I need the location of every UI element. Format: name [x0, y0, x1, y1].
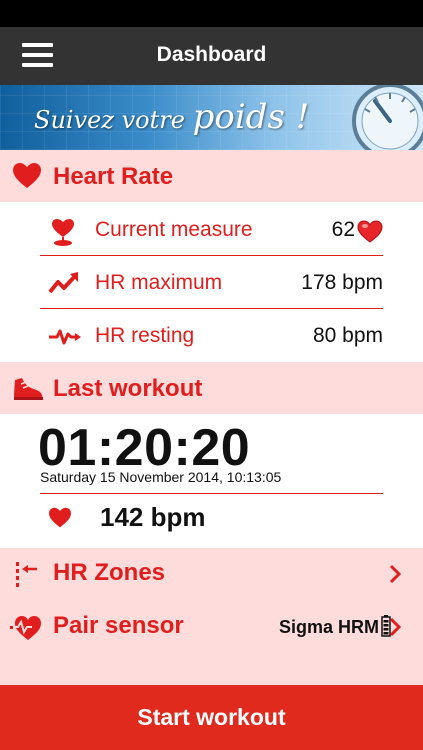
start-workout-button[interactable]: Start workout	[0, 685, 423, 750]
hr-maximum-label: HR maximum	[95, 271, 223, 294]
pair-sensor-label: Pair sensor	[53, 612, 184, 639]
current-measure-label: Current measure	[95, 218, 253, 241]
heart-rate-title: Heart Rate	[53, 163, 174, 190]
hr-maximum-row: HR maximum 178 bpm	[40, 257, 383, 309]
chevron-right-icon	[389, 617, 401, 637]
status-bar	[0, 0, 423, 27]
last-workout-header: Last workout	[0, 362, 423, 414]
workout-bpm: 142 bpm	[100, 502, 206, 532]
zones-icon	[16, 562, 37, 587]
workout-datetime: Saturday 15 November 2014, 10:13:05	[40, 469, 282, 485]
heart-emoji-icon	[357, 220, 383, 243]
weight-banner[interactable]: Suivez votre poids !	[0, 85, 423, 150]
hr-maximum-value: 178 bpm	[301, 271, 383, 294]
page-title: Dashboard	[156, 43, 267, 66]
heartbeat-line-icon	[49, 329, 81, 345]
hr-resting-label: HR resting	[95, 324, 195, 347]
sensor-name: Sigma HRM	[278, 617, 379, 637]
hr-zones-row[interactable]: HR Zones	[0, 548, 423, 600]
banner-text: Suivez votre poids !	[34, 97, 309, 137]
trend-up-icon	[48, 272, 78, 294]
scale-icon	[352, 85, 423, 150]
banner-text-big: poids !	[192, 97, 310, 137]
hr-resting-row: HR resting 80 bpm	[40, 310, 383, 362]
heart-rate-panel: Current measure 62 HR maximum 178 bpm HR…	[0, 202, 423, 362]
options-panel: HR Zones Pair sensor Sigma HRM	[0, 548, 423, 685]
heart-icon	[49, 507, 71, 528]
heart-icon	[13, 163, 41, 188]
running-shoe-icon	[14, 378, 43, 400]
current-measure-value: 62	[331, 218, 355, 241]
nav-bar: Dashboard	[0, 27, 423, 85]
hr-resting-value: 80 bpm	[312, 324, 383, 347]
chevron-right-icon	[389, 564, 401, 584]
workout-divider	[40, 493, 383, 494]
heart-rate-header: Heart Rate	[0, 150, 423, 202]
current-measure-row: Current measure 62	[40, 204, 383, 256]
pair-sensor-row[interactable]: Pair sensor Sigma HRM	[0, 601, 423, 653]
last-workout-title: Last workout	[53, 375, 203, 402]
hr-zones-label: HR Zones	[53, 559, 166, 586]
heart-pin-icon	[52, 219, 74, 246]
banner-text-small: Suivez votre	[34, 106, 185, 134]
sensor-heart-icon	[10, 616, 41, 640]
